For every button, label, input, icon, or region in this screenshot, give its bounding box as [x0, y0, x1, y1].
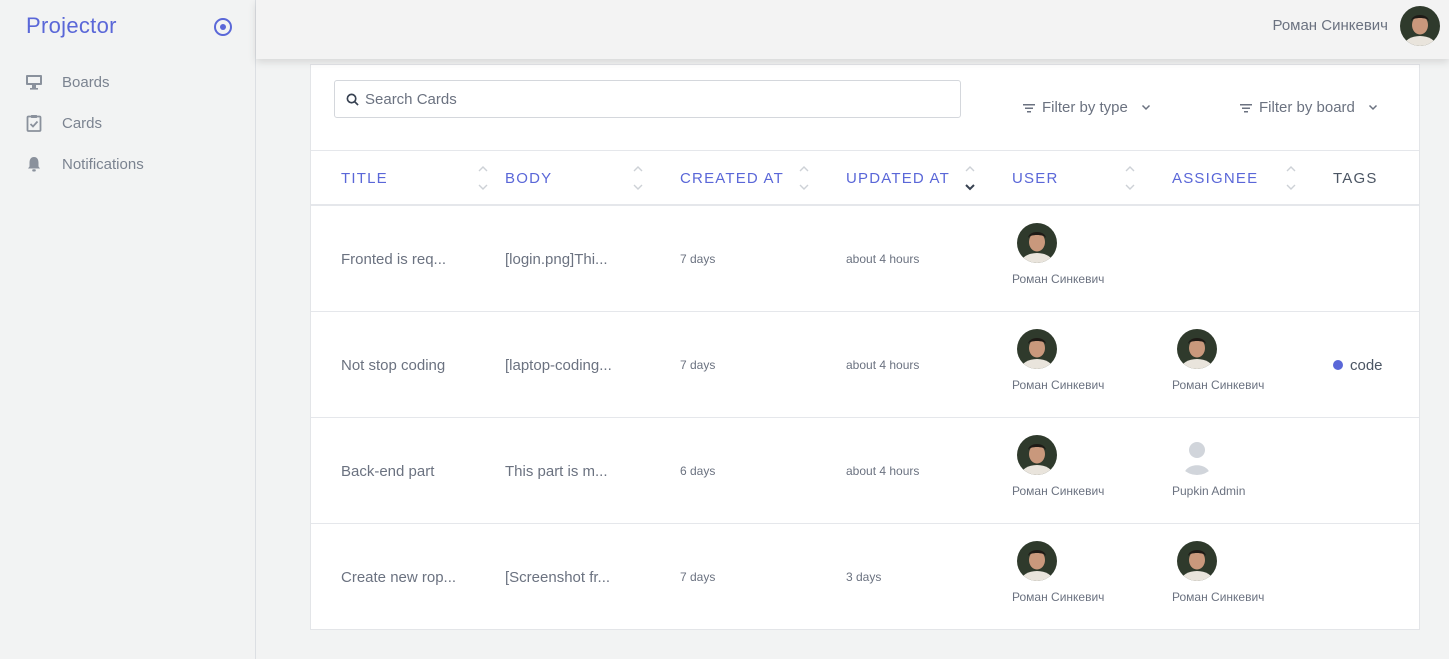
card-assignee[interactable]: Pupkin Admin: [1172, 435, 1245, 498]
card-assignee[interactable]: Роман Синкевич: [1172, 329, 1264, 392]
table-row[interactable]: Not stop coding [laptop-coding... 7 days…: [311, 312, 1419, 418]
card-created-at: 7 days: [680, 358, 716, 372]
monitor-icon: [24, 72, 44, 92]
search-input[interactable]: [365, 90, 945, 108]
assignee-name: Роман Синкевич: [1172, 378, 1265, 392]
tag-badge[interactable]: code: [1333, 312, 1383, 418]
card-assignee[interactable]: Роман Синкевич: [1172, 541, 1264, 604]
clipboard-check-icon: [24, 113, 44, 133]
card-body: [laptop-coding...: [505, 356, 612, 374]
avatar: [1177, 329, 1217, 369]
table-row[interactable]: Create new rop... [Screenshot fr... 7 da…: [311, 524, 1419, 630]
bell-icon: [24, 154, 44, 174]
card-updated-at: about 4 hours: [846, 464, 920, 478]
sort-icon[interactable]: [477, 164, 489, 194]
brand-logo[interactable]: Projector: [26, 13, 117, 39]
sort-icon[interactable]: [1285, 164, 1297, 194]
top-header: Роман Синкевич: [256, 0, 1449, 59]
assignee-name: Роман Синкевич: [1172, 590, 1265, 604]
avatar: [1017, 541, 1057, 581]
current-user-name[interactable]: Роман Синкевич: [1272, 17, 1388, 34]
user-name: Роман Синкевич: [1012, 484, 1105, 498]
table-row[interactable]: Fronted is req... [login.png]Thi... 7 da…: [311, 206, 1419, 312]
sidebar-item-label: Notifications: [62, 155, 144, 173]
cards-panel: Filter by type Filter by board TITLE BOD…: [310, 64, 1420, 630]
user-name: Роман Синкевич: [1012, 590, 1105, 604]
table-row[interactable]: Back-end part This part is m... 6 days a…: [311, 418, 1419, 524]
sort-icon[interactable]: [798, 164, 810, 194]
card-title[interactable]: Fronted is req...: [341, 206, 446, 312]
user-name: Роман Синкевич: [1012, 378, 1105, 392]
card-user[interactable]: Роман Синкевич: [1012, 435, 1104, 498]
chevron-down-icon: [1141, 104, 1150, 111]
sidebar-item-boards[interactable]: Boards: [24, 70, 110, 94]
card-title[interactable]: Create new rop...: [341, 524, 456, 630]
sidebar-item-label: Boards: [62, 73, 110, 91]
avatar: [1017, 223, 1057, 263]
column-header-title[interactable]: TITLE: [341, 151, 388, 205]
filter-icon: [1023, 103, 1035, 112]
card-body: This part is m...: [505, 462, 608, 480]
avatar: [1177, 541, 1217, 581]
sort-desc-icon[interactable]: [964, 164, 976, 194]
column-header-updated-at[interactable]: UPDATED AT: [846, 151, 950, 205]
tag-label: code: [1350, 356, 1383, 374]
card-title[interactable]: Back-end part: [341, 418, 434, 524]
filter-by-board-label: Filter by board: [1259, 99, 1355, 116]
assignee-name: Pupkin Admin: [1172, 484, 1246, 498]
filter-by-type-dropdown[interactable]: Filter by type: [1022, 99, 1151, 116]
filter-icon: [1240, 103, 1252, 112]
card-created-at: 7 days: [680, 252, 716, 266]
avatar: [1017, 329, 1057, 369]
card-title[interactable]: Not stop coding: [341, 312, 445, 418]
column-header-assignee[interactable]: ASSIGNEE: [1172, 151, 1258, 205]
column-header-body[interactable]: BODY: [505, 151, 552, 205]
avatar[interactable]: [1400, 6, 1440, 46]
sidebar: Projector Boards Cards Notifications: [0, 0, 256, 659]
sidebar-item-cards[interactable]: Cards: [24, 111, 102, 135]
sort-icon[interactable]: [1124, 164, 1136, 194]
card-updated-at: 3 days: [846, 570, 882, 584]
sidebar-item-notifications[interactable]: Notifications: [24, 152, 144, 176]
card-user[interactable]: Роман Синкевич: [1012, 541, 1104, 604]
card-user[interactable]: Роман Синкевич: [1012, 223, 1104, 286]
filter-by-type-label: Filter by type: [1042, 99, 1128, 116]
column-header-created-at[interactable]: CREATED AT: [680, 151, 784, 205]
search-box: [334, 80, 961, 118]
card-updated-at: about 4 hours: [846, 358, 920, 372]
target-icon[interactable]: [213, 17, 233, 37]
user-name: Роман Синкевич: [1012, 272, 1105, 286]
card-updated-at: about 4 hours: [846, 252, 920, 266]
chevron-down-icon: [1368, 104, 1377, 111]
search-icon: [346, 93, 359, 106]
card-body: [Screenshot fr...: [505, 568, 611, 586]
avatar: [1017, 435, 1057, 475]
card-created-at: 6 days: [680, 464, 716, 478]
card-user[interactable]: Роман Синкевич: [1012, 329, 1104, 392]
sort-icon[interactable]: [632, 164, 644, 194]
column-header-user[interactable]: USER: [1012, 151, 1058, 205]
sidebar-item-label: Cards: [62, 114, 103, 132]
table-header: TITLE BODY CREATED AT UPDATED AT USER AS…: [311, 150, 1419, 206]
card-body: [login.png]Thi...: [505, 250, 608, 268]
tag-dot: [1333, 360, 1343, 370]
default-avatar-icon: [1177, 435, 1217, 475]
filter-by-board-dropdown[interactable]: Filter by board: [1239, 99, 1378, 116]
card-created-at: 7 days: [680, 570, 716, 584]
column-header-tags: TAGS: [1333, 169, 1378, 187]
